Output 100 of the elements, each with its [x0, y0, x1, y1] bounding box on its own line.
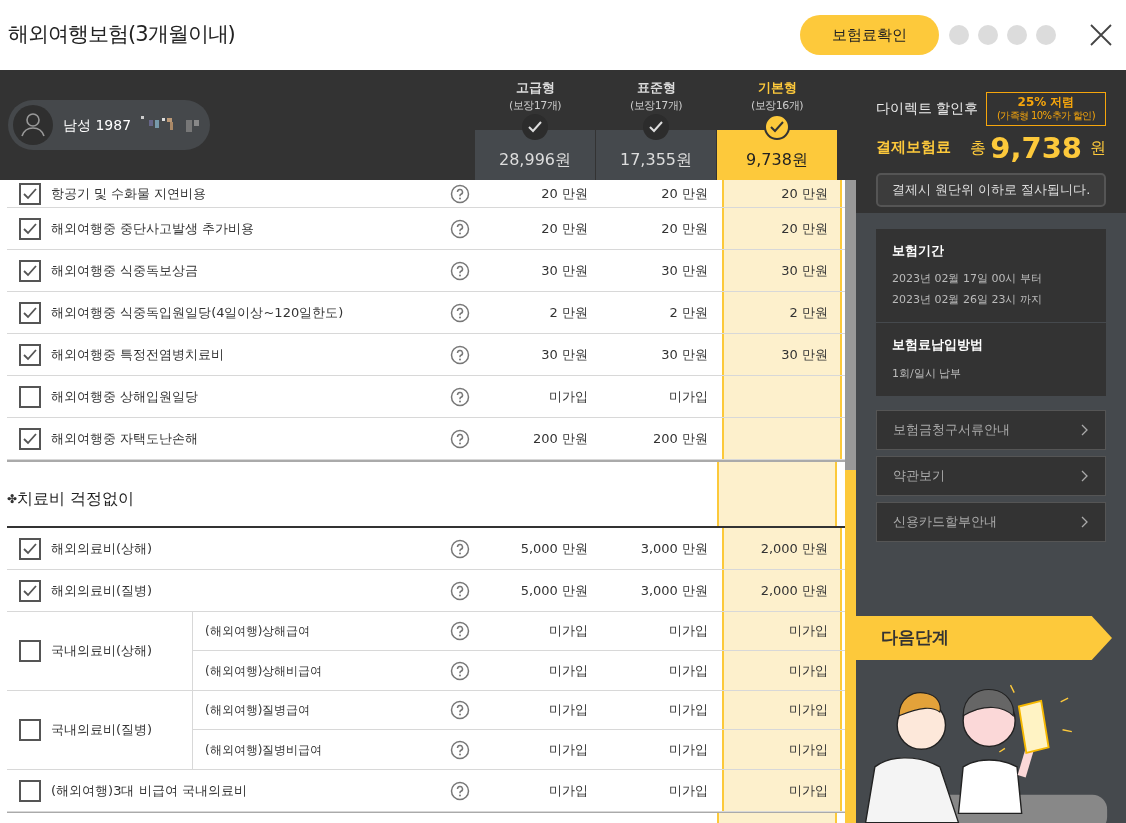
table-cell: 3,000 만원: [640, 540, 708, 556]
coverage-label: 항공기 및 수화물 지연비용: [51, 184, 207, 203]
table-cell: 미가입: [669, 782, 708, 798]
total-label: 결제보험료: [876, 137, 951, 158]
table-cell: 미가입: [669, 623, 708, 639]
checkbox[interactable]: [19, 182, 41, 205]
table-cell: 미가입: [549, 388, 588, 404]
table-cell: 30 만원: [722, 334, 842, 375]
help-icon[interactable]: [449, 183, 470, 204]
sub-coverage-label: (해외여행)상해급여: [205, 624, 311, 639]
checkbox[interactable]: [19, 259, 41, 282]
table-cell: 미가입: [722, 651, 842, 690]
next-step-button[interactable]: 다음단계: [856, 615, 1112, 661]
info-link[interactable]: 신용카드할부안내: [876, 501, 1106, 542]
coverage-label: (해외여행)3대 비급여 국내의료비: [51, 781, 247, 800]
table-cell: 5,000 만원: [520, 582, 588, 598]
info-text: 2023년 02월 26일 23시 까지: [892, 292, 1043, 309]
help-icon[interactable]: [449, 386, 470, 407]
table-cell: 미가입: [669, 662, 708, 678]
checkbox[interactable]: [19, 385, 41, 408]
chevron-right-icon: [1081, 469, 1089, 482]
help-icon[interactable]: [449, 660, 470, 681]
checkbox[interactable]: [19, 719, 41, 741]
table-cell: 미가입: [549, 662, 588, 678]
sub-coverage-label: (해외여행)상해비급여: [205, 663, 323, 678]
checkbox[interactable]: [19, 537, 41, 560]
table-cell: 미가입: [669, 741, 708, 757]
scrollbar[interactable]: [845, 180, 856, 823]
table-cell: 30 만원: [541, 262, 588, 278]
info-link[interactable]: 보험금청구서류안내: [876, 409, 1106, 450]
table-cell: 20 만원: [722, 208, 842, 249]
plan-name: 표준형: [636, 79, 676, 97]
plan-price-tab[interactable]: 28,996원: [475, 130, 595, 180]
coverage-label: 해외여행중 식중독입원일당(4일이상~120일한도): [51, 303, 344, 322]
checkbox[interactable]: [19, 427, 41, 450]
coverage-label: 국내의료비(질병): [51, 721, 153, 740]
checkbox[interactable]: [19, 779, 41, 802]
table-cell: 20 만원: [722, 180, 842, 207]
table-cell: 2,000 만원: [722, 528, 842, 569]
mosaic-icon: [141, 116, 202, 134]
coverage-label: 해외여행중 자택도난손해: [51, 429, 199, 448]
plan-check-icon[interactable]: [764, 114, 790, 140]
chevron-right-icon: [1081, 515, 1089, 528]
help-icon[interactable]: [449, 739, 470, 760]
table-cell: 미가입: [669, 388, 708, 404]
checkbox[interactable]: [19, 343, 41, 366]
help-icon[interactable]: [449, 538, 470, 559]
table-cell: 30 만원: [541, 346, 588, 362]
help-icon[interactable]: [449, 260, 470, 281]
coverage-label: 해외의료비(질병): [51, 581, 153, 600]
sub-coverage-label: (해외여행)질병비급여: [205, 742, 323, 757]
table-cell: 미가입: [549, 741, 588, 757]
table-cell: 200 만원: [653, 430, 708, 446]
user-info: 남성 1987: [63, 115, 132, 135]
help-icon[interactable]: [449, 218, 470, 239]
total-prefix: 총: [970, 136, 987, 159]
table-cell: 미가입: [722, 730, 842, 769]
plan-coverage-count: (보장17개): [629, 97, 683, 114]
help-icon[interactable]: [449, 621, 470, 641]
table-cell: 20 만원: [661, 185, 708, 201]
plan-price-tab[interactable]: 17,355원: [596, 130, 716, 180]
coverage-label: 국내의료비(상해): [51, 642, 153, 661]
table-cell: 미가입: [669, 702, 708, 718]
table-cell: 미가입: [549, 782, 588, 798]
plan-price-tab[interactable]: 9,738원: [717, 130, 837, 180]
table-cell: 미가입: [722, 770, 842, 811]
plan-name: 기본형: [757, 79, 797, 97]
checkbox[interactable]: [19, 579, 41, 602]
table-cell: 3,000 만원: [640, 582, 708, 598]
plan-coverage-count: (보장17개): [508, 97, 562, 114]
sub-coverage-label: (해외여행)질병급여: [205, 703, 311, 718]
help-icon[interactable]: [449, 700, 470, 720]
checkbox[interactable]: [19, 301, 41, 324]
total-unit: 원: [1090, 136, 1106, 159]
help-icon[interactable]: [449, 344, 470, 365]
plan-check-icon[interactable]: [643, 114, 669, 140]
table-cell: 미가입: [549, 702, 588, 718]
total-amount: 9,738: [990, 133, 1082, 163]
table-cell: 미가입: [722, 691, 842, 729]
help-icon[interactable]: [449, 780, 470, 801]
checkbox[interactable]: [19, 217, 41, 240]
table-cell: 2 만원: [722, 292, 842, 333]
premium-check-button[interactable]: 보험료확인: [800, 15, 939, 55]
info-link[interactable]: 약관보기: [876, 455, 1106, 496]
table-cell: 20 만원: [541, 220, 588, 236]
help-icon[interactable]: [449, 302, 470, 323]
window-title: 해외여행보험(3개월이내): [8, 21, 236, 49]
help-icon[interactable]: [449, 428, 470, 449]
close-icon[interactable]: [1090, 24, 1112, 46]
plan-name: 고급형: [515, 79, 555, 97]
rounding-tooltip: 결제시 원단위 이하로 절사됩니다.: [876, 172, 1106, 207]
checkbox[interactable]: [19, 640, 41, 662]
coverage-label: 해외의료비(상해): [51, 539, 153, 558]
plan-check-icon[interactable]: [522, 114, 548, 140]
user-icon: [13, 105, 53, 145]
section-title: 치료비 걱정없이: [17, 488, 135, 510]
table-cell: 20 만원: [541, 185, 588, 201]
coverage-label: 해외여행중 식중독보상금: [51, 261, 199, 280]
help-icon[interactable]: [449, 580, 470, 601]
coverage-label: 해외여행중 중단사고발생 추가비용: [51, 219, 255, 238]
